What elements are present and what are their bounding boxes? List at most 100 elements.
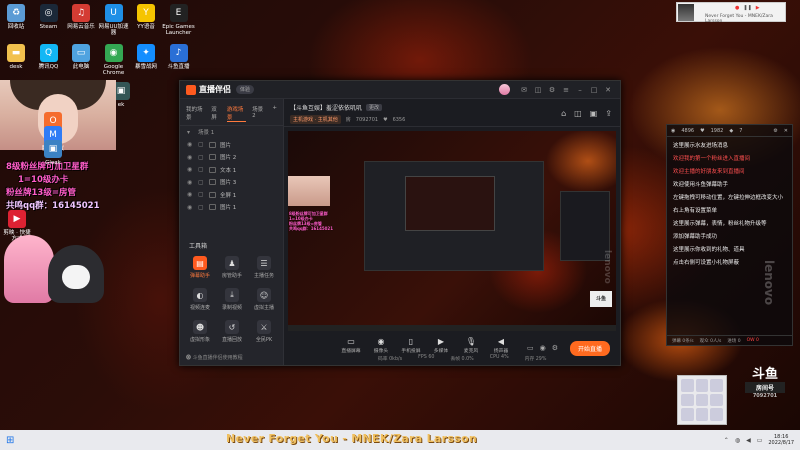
home-icon[interactable]: ⌂	[561, 109, 566, 118]
source-item[interactable]: ◉ ▢ 全屏 1	[180, 189, 283, 202]
record-icon[interactable]: ▭	[527, 344, 534, 352]
eye-icon[interactable]: ◉	[187, 204, 194, 211]
collapse-icon[interactable]: ▾	[187, 129, 194, 136]
record-dot-icon[interactable]: ●	[735, 5, 739, 11]
gift-icon[interactable]: ◫	[532, 84, 544, 96]
share-icon[interactable]: ⇪	[605, 109, 612, 118]
tool-record[interactable]: ⤓ 录制视频	[216, 286, 248, 314]
version-chip[interactable]: 体验	[236, 85, 255, 94]
source-item[interactable]: ◉ ▢ 图片 1	[180, 201, 283, 214]
tool-vtuber[interactable]: ☺ 虚拟主播	[248, 286, 280, 314]
maximize-icon[interactable]: □	[588, 84, 600, 96]
volume-icon[interactable]: ◀	[746, 437, 751, 444]
minimize-icon[interactable]: –	[574, 84, 586, 96]
lock-icon[interactable]: ▢	[198, 191, 205, 198]
tool-admin[interactable]: ♟ 房管助手	[216, 254, 248, 282]
source-item[interactable]: ◉ ▢ 图片 3	[180, 176, 283, 189]
stream-preview[interactable]: 8级粉丝牌可加卫星群 1=10级办卡 粉丝牌13级=房管 共鸣qq群：16145…	[288, 131, 616, 331]
mail-icon[interactable]: ✉	[518, 84, 530, 96]
eye-icon[interactable]: ◉	[187, 141, 194, 148]
bag-icon[interactable]: ▣	[590, 109, 598, 118]
tab-scene-3[interactable]: 游戏场景	[226, 105, 247, 122]
control-screen[interactable]: ▭ 直播屏幕	[340, 337, 362, 354]
clock[interactable]: 18:16 2022/8/17	[768, 434, 794, 446]
chat-close-icon[interactable]: ✕	[784, 128, 788, 134]
tray-app-icon[interactable]	[681, 393, 694, 407]
tray-app-icon[interactable]	[695, 408, 709, 421]
room-title[interactable]: 【斗鱼互娱】羞涩依依叽叽	[290, 103, 362, 112]
tool-danmaku[interactable]: ▤ 弹幕助手	[184, 254, 216, 282]
battery-icon[interactable]: ▭	[757, 437, 763, 444]
tray-app-icon[interactable]	[710, 379, 723, 392]
tab-scene-4[interactable]: 场景 2	[252, 105, 266, 122]
lock-icon[interactable]: ▢	[198, 166, 205, 173]
desktop-icon-steam[interactable]: ◎ Steam	[32, 4, 66, 30]
room-category[interactable]: 主机游戏 · 主机其他	[290, 115, 341, 124]
tray-app-icon[interactable]	[695, 379, 709, 392]
gear-icon[interactable]: ⚙	[552, 344, 558, 352]
eye-icon[interactable]: ◉	[187, 191, 194, 198]
windows-start-icon[interactable]: ⊞	[6, 435, 14, 446]
next-icon[interactable]: ▶	[756, 5, 760, 11]
desktop-icon-epic-games[interactable]: E Epic Games Launcher	[162, 4, 196, 36]
lock-icon[interactable]: ▢	[198, 179, 205, 186]
desktop-icon-uu-accelerator[interactable]: U 网易UU加速器	[97, 4, 131, 36]
eye-icon[interactable]: ◉	[187, 179, 194, 186]
chat-settings-icon[interactable]: ⚙	[773, 128, 777, 134]
desktop-icon-this-pc[interactable]: ▭ 此电脑	[64, 44, 98, 70]
tray-app-icon[interactable]	[710, 408, 723, 421]
start-live-button[interactable]: 开始直播	[569, 341, 610, 356]
tool-pk[interactable]: ⚔ 全民PK	[248, 318, 280, 346]
desktop-icon-netease-music[interactable]: ♫ 网易云音乐	[64, 4, 98, 30]
control-media[interactable]: ▶ 多媒体	[430, 337, 452, 354]
room-info: 【斗鱼互娱】羞涩依依叽叽 更改 主机游戏 · 主机其他 房 7092701 ♥ …	[284, 99, 620, 127]
source-item[interactable]: ◉ ▢ 图片 2	[180, 151, 283, 164]
desktop-icon-yy-voice[interactable]: Y YY语音	[129, 4, 163, 30]
mini-music-player[interactable]: ● ❚❚ ▶ Never Forget You - MNEK/Zara Lars…	[676, 2, 786, 24]
shirt-icon[interactable]: ◫	[574, 109, 582, 118]
chevron-up-icon[interactable]: ⌃	[724, 437, 729, 444]
tutorial-link[interactable]: ⓿ 斗鱼直播伴侣使用教程	[186, 354, 243, 361]
chat-message-text: 欢迎使用斗鱼弹幕助手	[673, 182, 729, 188]
lock-icon[interactable]: ▢	[198, 141, 205, 148]
control-speaker[interactable]: ◀ 扬声器	[490, 337, 512, 354]
tool-label: 房管助手	[221, 273, 242, 279]
edit-title-button[interactable]: 更改	[366, 104, 383, 111]
network-icon[interactable]: ◍	[735, 437, 740, 444]
desktop-icon-app[interactable]: ▣ Gleek	[36, 140, 70, 166]
tray-app-icon[interactable]	[681, 408, 694, 421]
desktop-icon-chrome[interactable]: ◉ Google Chrome	[97, 44, 131, 76]
control-mic[interactable]: 🎙 麦克风	[460, 337, 482, 354]
danmaku-chat-panel[interactable]: ◉ 4896 ♥ 1982 ◆ 7 ⚙ ✕ 这里展示水友进场消息 欢迎我的第一个粉丝进入…	[666, 124, 793, 346]
eye-icon[interactable]: ◉	[187, 154, 194, 161]
tool-avatar[interactable]: ☻ 虚拟形象	[184, 318, 216, 346]
tab-scene-2[interactable]: 双屏	[211, 105, 221, 122]
tray-app-icon[interactable]	[681, 379, 694, 392]
tool-task[interactable]: ☰ 主播任务	[248, 254, 280, 282]
source-item[interactable]: ◉ ▢ 文本 1	[180, 164, 283, 177]
tool-replay[interactable]: ↺ 直播回放	[216, 318, 248, 346]
eye-icon[interactable]: ◉	[187, 166, 194, 173]
desktop-icon-recycle-bin[interactable]: ♻ 回收站	[0, 4, 33, 30]
desktop-icon-qq[interactable]: Q 腾讯QQ	[32, 44, 66, 70]
lock-icon[interactable]: ▢	[198, 154, 205, 161]
media-icon: ▶	[437, 337, 445, 346]
menu-icon[interactable]: ≡	[560, 84, 572, 96]
source-item[interactable]: ◉ ▢ 图片	[180, 139, 283, 152]
tool-video-link[interactable]: ◐ 视频连麦	[184, 286, 216, 314]
desktop-icon-folder[interactable]: ▬ desk	[0, 44, 33, 70]
desktop-icon-music-app[interactable]: ♪ 斗鱼直播	[162, 44, 196, 70]
control-camera[interactable]: ◉ 摄像头	[370, 337, 392, 354]
control-phone-cast[interactable]: ▯ 手机投屏	[400, 337, 422, 354]
tray-app-icon[interactable]	[695, 393, 709, 407]
lock-icon[interactable]: ▢	[198, 204, 205, 211]
desktop-icon-battlenet[interactable]: ✦ 暴雪战网	[129, 44, 163, 70]
settings-icon[interactable]: ⚙	[546, 84, 558, 96]
user-avatar[interactable]	[499, 84, 510, 95]
tab-scene-1[interactable]: 我的场景	[186, 105, 205, 122]
add-scene-icon[interactable]: +	[272, 105, 277, 122]
tray-app-icon[interactable]	[710, 393, 723, 407]
close-icon[interactable]: ✕	[602, 84, 614, 96]
eye-icon[interactable]: ◉	[540, 344, 546, 352]
pause-icon[interactable]: ❚❚	[743, 5, 751, 11]
